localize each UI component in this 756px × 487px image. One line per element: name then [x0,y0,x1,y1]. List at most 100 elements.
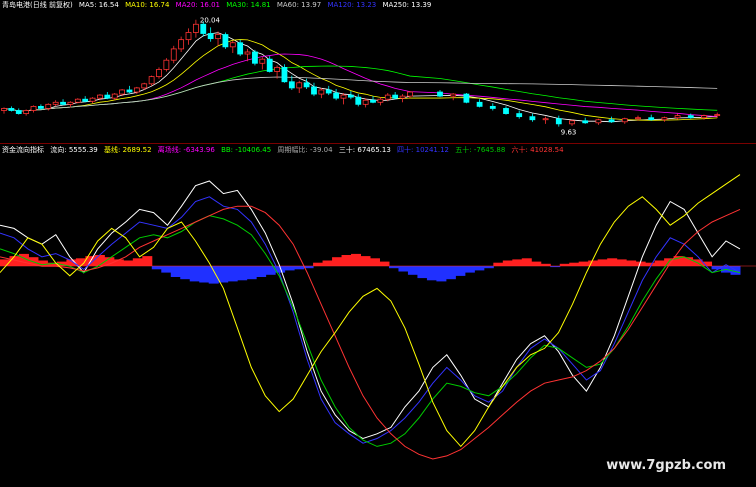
panel-divider [0,143,756,144]
flow-bar [445,266,456,280]
indicator-line [0,205,741,460]
candle-body [489,105,496,109]
flow-bar [502,260,513,266]
legend-item-sixty: 六十: 41028.54 [511,146,564,154]
candle-body [207,33,214,40]
flow-bar [132,258,143,266]
flow-bar [351,253,362,266]
flow-bar [341,255,352,266]
candle-body [237,42,244,55]
legend-item-bb: BB: -10406.45 [221,146,272,154]
candle-body [340,94,347,99]
legend-item-cycle-ratio: 周期幅比: -39.04 [277,146,333,154]
high-price-label: 20.04 [200,17,221,25]
flow-bar [559,263,570,266]
flow-bar [360,256,371,266]
candle-body [15,110,22,114]
candle-body [621,118,628,123]
flow-bar [607,258,618,266]
legend-item-ma5: MA5: 16.54 [78,1,119,9]
candle-body [141,83,148,89]
candle-body [74,98,81,103]
candle-body [97,94,103,99]
candle-body [296,82,303,89]
candle-body [569,120,575,125]
flow-bar [417,266,428,279]
candle-body [252,51,258,64]
candle-body [82,98,89,102]
flow-bar [237,266,248,281]
candle-body [555,118,562,125]
candle-body [288,81,295,89]
flow-bar [218,266,229,283]
flow-bar [151,266,162,270]
candle-body [266,58,273,72]
candle-body [311,86,317,95]
candle-body [126,89,133,93]
candle-body [503,108,509,114]
legend-item-fifty: 五十: -7645.88 [455,146,506,154]
indicator-line [0,215,741,447]
candle-body [133,87,140,93]
candle-body [661,117,668,121]
candle-body [714,114,721,117]
candle-body [355,96,362,105]
candle-body [8,108,15,111]
candle-body [148,76,155,85]
low-price-label: 9.63 [561,129,577,137]
candle-body [38,105,44,109]
candle-body [303,82,310,88]
candle-body [60,101,66,105]
flow-bar [142,256,153,266]
flow-bar [379,261,390,266]
candle-body [476,101,483,107]
candle-body [119,89,125,95]
candle-body [582,120,589,124]
candle-body [52,101,59,105]
flow-bar [521,258,532,266]
legend-item-ma120: MA120: 13.23 [327,1,377,9]
legend-item-ma250: MA250: 13.39 [382,1,432,9]
candle-body [384,94,391,100]
flow-bar [569,262,580,266]
candle-body [156,69,162,78]
candle-body [215,34,221,40]
flow-bar [37,260,48,266]
candle-body [67,101,74,105]
chart-canvas: 20.04 9.63 [0,17,756,460]
flow-bar [284,266,295,271]
candle-body [687,115,694,119]
flow-bar [654,260,665,266]
candle-body [185,32,192,41]
flow-bar [170,266,181,277]
candle-body [200,23,207,34]
candle-body [595,119,602,124]
flow-bar [455,266,466,276]
candle-body [170,48,177,61]
candle-body [635,117,641,120]
flow-bar [294,266,305,270]
flow-bar [388,266,399,269]
flow-bar [161,266,172,273]
candle-body [259,58,266,64]
candle-body [30,105,37,111]
flow-bar [512,259,523,266]
candle-body [281,66,288,83]
upper-legend-title: 青岛电港(日线 前复权) [2,1,73,9]
flow-bar [123,260,134,266]
flow-bar [493,262,504,266]
candle-body [325,89,332,94]
flow-bar [578,261,589,266]
candle-body [529,116,536,121]
legend-item-ma20: MA20: 16.01 [175,1,221,9]
flow-bar [436,266,447,282]
ma60-line [3,76,718,112]
flow-bar [616,259,627,266]
flow-bar [407,266,418,275]
flow-bar [208,266,219,284]
upper-legend: 青岛电港(日线 前复权) MA5: 16.54 MA10: 16.74 MA20… [2,0,435,11]
flow-bar [398,266,409,272]
legend-item-ma60: MA60: 13.97 [276,1,322,9]
candle-body [450,93,457,97]
flow-bar [540,263,551,266]
